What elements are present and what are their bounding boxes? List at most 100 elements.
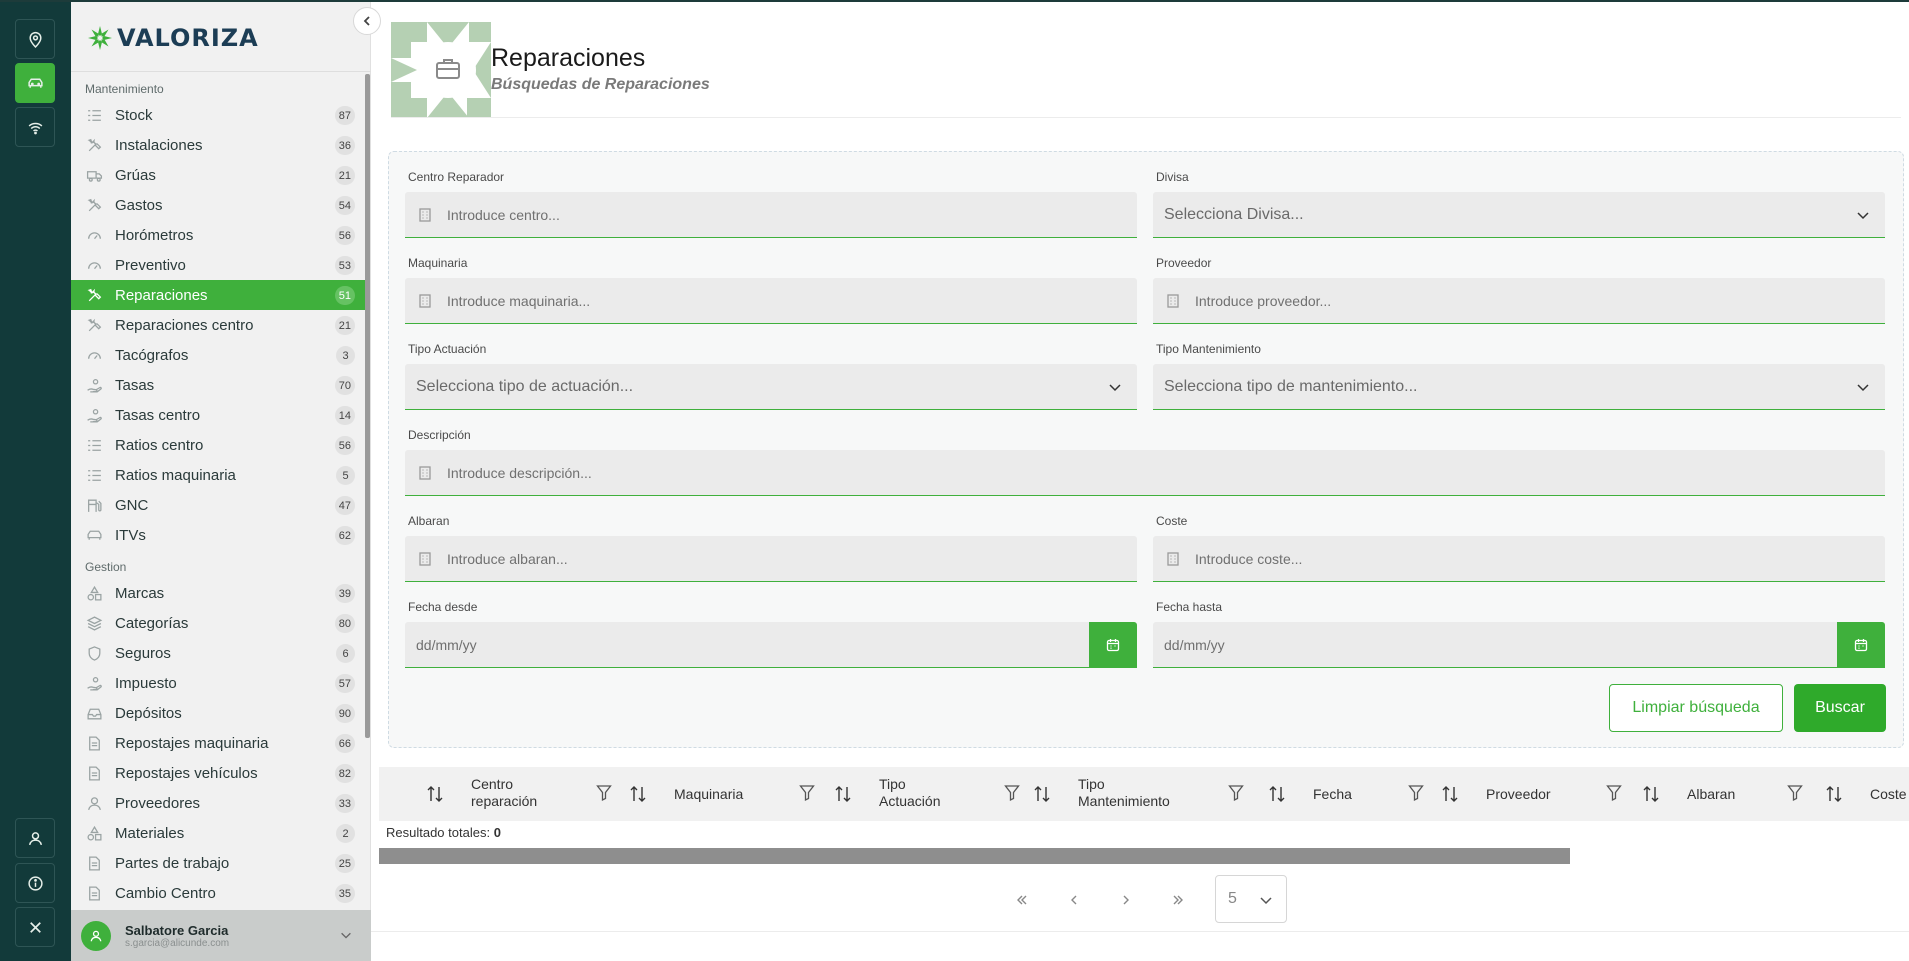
truck-icon-wrap — [85, 166, 103, 184]
tipo-mantenimiento-select[interactable]: Selecciona tipo de mantenimiento... — [1153, 364, 1885, 410]
sidebar-item-ratios-centro[interactable]: Ratios centro 56 — [71, 430, 365, 460]
search-button[interactable]: Buscar — [1794, 684, 1886, 732]
sidebar-item-repostajes-vehiculos[interactable]: Repostajes vehículos 82 — [71, 758, 365, 788]
clear-search-button[interactable]: Limpiar búsqueda — [1609, 684, 1783, 732]
sidebar: VALORIZA Mantenimiento Stock 87 Instalacion… — [71, 2, 371, 961]
sidebar-item-count: 57 — [334, 674, 355, 693]
sidebar-item-impuesto[interactable]: Impuesto 57 — [71, 668, 365, 698]
sidebar-item-tasas[interactable]: Tasas 70 — [71, 370, 365, 400]
column-header-line1: Tipo — [879, 776, 906, 792]
sidebar-item-count: 56 — [334, 436, 355, 455]
collapse-sidebar-button[interactable] — [353, 7, 381, 35]
sidebar-item-label: Ratios centro — [115, 436, 204, 454]
sidebar-item-depositos[interactable]: Depósitos 90 — [71, 698, 365, 728]
document-icon — [88, 855, 100, 871]
coste-input[interactable]: Introduce coste... — [1153, 536, 1885, 582]
filter-icon[interactable] — [799, 784, 815, 802]
sidebar-item-marcas[interactable]: Marcas 39 — [71, 578, 365, 608]
sort-icon[interactable] — [834, 784, 852, 804]
chevron-down-icon[interactable] — [339, 928, 353, 942]
car-icon[interactable] — [15, 63, 55, 103]
shield-icon — [88, 645, 100, 661]
sidebar-item-repostajes-maquinaria[interactable]: Repostajes maquinaria 66 — [71, 728, 365, 758]
sidebar-item-count: 90 — [334, 704, 355, 723]
first-page-button[interactable] — [1011, 890, 1033, 910]
filter-icon[interactable] — [1606, 784, 1622, 802]
filter-icon[interactable] — [596, 784, 612, 802]
results-total: Resultado totales: 0 — [386, 825, 501, 840]
sidebar-item-itvs[interactable]: ITVs 62 — [71, 520, 365, 550]
sort-icon[interactable] — [1825, 784, 1843, 804]
maquinaria-placeholder: Introduce maquinaria... — [447, 292, 591, 309]
close-icon[interactable] — [15, 907, 55, 947]
sidebar-item-count: 2 — [336, 824, 355, 843]
proveedor-input[interactable]: Introduce proveedor... — [1153, 278, 1885, 324]
chevrons-right-icon — [1173, 895, 1183, 905]
fecha-hasta-label: Fecha hasta — [1156, 600, 1223, 614]
column-header-line1: Coste — [1870, 786, 1907, 802]
centro-placeholder: Introduce centro... — [447, 206, 560, 223]
sidebar-item-tacografos[interactable]: Tacógrafos 3 — [71, 340, 365, 370]
last-page-button[interactable] — [1167, 890, 1189, 910]
sidebar-item-seguros[interactable]: Seguros 6 — [71, 638, 365, 668]
list-icon — [87, 469, 101, 481]
filter-icon[interactable] — [1408, 784, 1424, 802]
sidebar-item-reparaciones[interactable]: Reparaciones 51 — [71, 280, 365, 310]
sort-icon[interactable] — [1268, 784, 1286, 804]
sidebar-item-count: 3 — [336, 346, 355, 365]
sidebar-item-categorias[interactable]: Categorías 80 — [71, 608, 365, 638]
sidebar-item-label: Proveedores — [115, 794, 201, 812]
descripcion-label: Descripción — [408, 428, 471, 442]
sidebar-item-horometros[interactable]: Horómetros 56 — [71, 220, 365, 250]
location-pin-icon[interactable] — [15, 19, 55, 59]
sidebar-item-proveedores[interactable]: Proveedores 33 — [71, 788, 365, 818]
sidebar-item-stock[interactable]: Stock 87 — [71, 100, 365, 130]
sidebar-item-instalaciones[interactable]: Instalaciones 36 — [71, 130, 365, 160]
sidebar-item-ratios-maquinaria[interactable]: Ratios maquinaria 5 — [71, 460, 365, 490]
filter-icon[interactable] — [1228, 784, 1244, 802]
filter-icon[interactable] — [1787, 784, 1803, 802]
sort-icon[interactable] — [1441, 784, 1459, 804]
sidebar-item-cambio-centro[interactable]: Cambio Centro 35 — [71, 878, 365, 908]
sidebar-item-gnc[interactable]: GNC 47 — [71, 490, 365, 520]
user-icon-wrap — [85, 794, 103, 812]
table-horizontal-scrollbar[interactable] — [379, 848, 1570, 864]
user-icon[interactable] — [15, 818, 55, 858]
column-header-line1: Fecha — [1313, 786, 1352, 802]
previous-page-button[interactable] — [1063, 890, 1085, 910]
sidebar-item-tasas-centro[interactable]: Tasas centro 14 — [71, 400, 365, 430]
fecha-hasta-input[interactable]: dd/mm/yy — [1153, 622, 1885, 668]
info-icon[interactable] — [15, 863, 55, 903]
sort-icon[interactable] — [426, 784, 444, 804]
coste-placeholder: Introduce coste... — [1195, 550, 1303, 567]
hand-coin-icon-wrap — [85, 376, 103, 394]
sidebar-item-materiales[interactable]: Materiales 2 — [71, 818, 365, 848]
page-subtitle: Búsquedas de Reparaciones — [491, 76, 710, 93]
maquinaria-input[interactable]: Introduce maquinaria... — [405, 278, 1137, 324]
page-size-select[interactable]: 5 — [1215, 875, 1287, 923]
fecha-desde-input[interactable]: dd/mm/yy — [405, 622, 1137, 668]
column-header-line1: Proveedor — [1486, 786, 1551, 802]
sidebar-item-partes-de-trabajo[interactable]: Partes de trabajo 25 — [71, 848, 365, 878]
next-page-button[interactable] — [1115, 890, 1137, 910]
tipo-actuacion-select[interactable]: Selecciona tipo de actuación... — [405, 364, 1137, 410]
sidebar-item-reparaciones-centro[interactable]: Reparaciones centro 21 — [71, 310, 365, 340]
sidebar-scrollbar[interactable] — [365, 74, 370, 738]
fecha-desde-calendar-button[interactable] — [1089, 622, 1137, 668]
centro-input[interactable]: Introduce centro... — [405, 192, 1137, 238]
descripcion-input[interactable]: Introduce descripción... — [405, 450, 1885, 496]
sidebar-item-gruas[interactable]: Grúas 21 — [71, 160, 365, 190]
sidebar-item-gastos[interactable]: Gastos 54 — [71, 190, 365, 220]
sidebar-item-preventivo[interactable]: Preventivo 53 — [71, 250, 365, 280]
divisa-select[interactable]: Selecciona Divisa... — [1153, 192, 1885, 238]
albaran-input[interactable]: Introduce albaran... — [405, 536, 1137, 582]
filter-icon[interactable] — [1004, 784, 1020, 802]
results-total-label: Resultado totales: — [386, 825, 491, 840]
fecha-hasta-calendar-button[interactable] — [1837, 622, 1885, 668]
sort-icon[interactable] — [1033, 784, 1051, 804]
sort-icon[interactable] — [629, 784, 647, 804]
sort-icon[interactable] — [1642, 784, 1660, 804]
document-icon-wrap — [85, 764, 103, 782]
wifi-icon[interactable] — [15, 107, 55, 147]
user-menu[interactable]: Salbatore Garcia s.garcia@alicunde.com — [71, 910, 371, 961]
